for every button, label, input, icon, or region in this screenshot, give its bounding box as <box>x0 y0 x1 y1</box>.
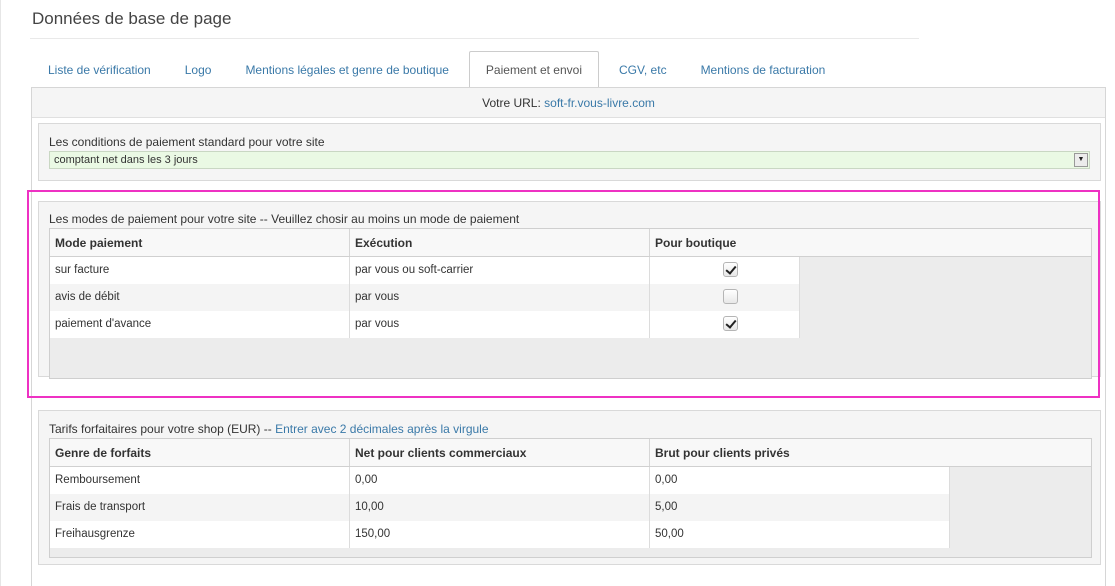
tab-payment-shipping[interactable]: Paiement et envoi <box>468 51 599 88</box>
tab-logo[interactable]: Logo <box>168 51 229 87</box>
payment-terms-value: comptant net dans les 3 jours <box>54 154 198 166</box>
gross-rate-cell[interactable]: 0,00 <box>650 467 950 494</box>
column-header[interactable]: Net pour clients commerciaux <box>350 439 650 466</box>
rate-kind-cell: Freihausgrenze <box>50 521 350 548</box>
table-row: Remboursement 0,00 0,00 <box>50 467 1091 494</box>
tab-bar: Liste de vérification Logo Mentions léga… <box>31 51 842 88</box>
flat-rates-table: Genre de forfaits Net pour clients comme… <box>49 438 1092 558</box>
table-header: Genre de forfaits Net pour clients comme… <box>50 439 1091 467</box>
payment-terms-select[interactable]: comptant net dans les 3 jours ▼ <box>49 151 1090 169</box>
gross-rate-cell[interactable]: 5,00 <box>650 494 950 521</box>
rate-kind-cell: Frais de transport <box>50 494 350 521</box>
title-divider <box>30 38 919 39</box>
tab-legal-notices[interactable]: Mentions légales et genre de boutique <box>228 51 465 87</box>
tab-checklist[interactable]: Liste de vérification <box>31 51 168 87</box>
net-rate-cell[interactable]: 10,00 <box>350 494 650 521</box>
payment-terms-label: Les conditions de paiement standard pour… <box>49 135 325 149</box>
net-rate-cell[interactable]: 0,00 <box>350 467 650 494</box>
page-title: Données de base de page <box>32 9 232 28</box>
flat-rates-label: Tarifs forfaitaires pour votre shop (EUR… <box>49 422 489 436</box>
flat-rates-hint: Entrer avec 2 décimales après la virgule <box>275 422 489 436</box>
flat-rates-title: Tarifs forfaitaires pour votre shop (EUR… <box>49 422 272 436</box>
url-bar: Votre URL: soft-fr.vous-livre.com <box>32 88 1105 118</box>
table-row: Freihausgrenze 150,00 50,00 <box>50 521 1091 548</box>
rate-kind-cell: Remboursement <box>50 467 350 494</box>
left-border <box>0 0 1 586</box>
tab-terms[interactable]: CGV, etc <box>602 51 684 87</box>
dropdown-arrow-icon[interactable]: ▼ <box>1074 153 1088 167</box>
tab-billing-notices[interactable]: Mentions de facturation <box>684 51 843 87</box>
shop-url-link[interactable]: soft-fr.vous-livre.com <box>544 96 655 110</box>
net-rate-cell[interactable]: 150,00 <box>350 521 650 548</box>
column-header[interactable]: Brut pour clients privés <box>650 439 1091 466</box>
highlight-box <box>27 190 1100 398</box>
payment-terms-section: Les conditions de paiement standard pour… <box>38 123 1101 181</box>
flat-rates-section: Tarifs forfaitaires pour votre shop (EUR… <box>38 410 1101 565</box>
column-header[interactable]: Genre de forfaits <box>50 439 350 466</box>
url-prefix: Votre URL: <box>482 96 541 110</box>
gross-rate-cell[interactable]: 50,00 <box>650 521 950 548</box>
table-row: Frais de transport 10,00 5,00 <box>50 494 1091 521</box>
